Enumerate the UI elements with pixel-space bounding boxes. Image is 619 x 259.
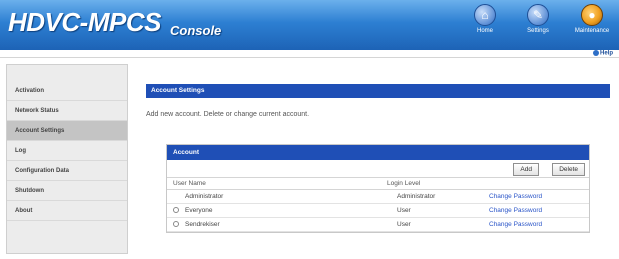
account-table: User Name Login Level Administrator Admi… (167, 177, 589, 232)
change-password-link[interactable]: Change Password (483, 203, 589, 218)
sidebar-item-configuration-data[interactable]: Configuration Data (7, 161, 127, 181)
table-row: Administrator Administrator Change Passw… (167, 189, 589, 204)
delete-button[interactable]: Delete (552, 163, 585, 176)
user-name-cell: Everyone (167, 203, 377, 218)
home-icon: ⌂ (474, 4, 496, 26)
sidebar-item-log[interactable]: Log (7, 141, 127, 161)
page-description: Add new account. Delete or change curren… (146, 111, 310, 118)
add-button[interactable]: Add (513, 163, 539, 176)
console-subtitle: Console (170, 23, 222, 38)
sidebar-item-shutdown[interactable]: Shutdown (7, 181, 127, 201)
column-header-login-level: Login Level (377, 177, 483, 190)
row-select-radio[interactable] (173, 221, 179, 228)
maintenance-button[interactable]: ● Maintenance (572, 4, 612, 34)
help-row: Help (0, 50, 619, 58)
button-row: Add Delete (167, 160, 589, 177)
sidebar-item-activation[interactable]: Activation (7, 81, 127, 101)
brand-logo: HDVC-MPCS (8, 7, 161, 37)
login-level-cell: Administrator (377, 189, 483, 204)
user-name: Everyone (185, 207, 213, 214)
login-level-cell: User (377, 217, 483, 232)
column-header-user-name: User Name (167, 177, 377, 190)
sidebar: Activation Network Status Account Settin… (6, 64, 128, 254)
settings-button[interactable]: ✎ Settings (518, 4, 558, 34)
account-panel: Account Add Delete User Name Login Level… (166, 144, 590, 233)
row-select-radio[interactable] (173, 207, 179, 214)
table-header-row: User Name Login Level (167, 177, 589, 190)
settings-label: Settings (527, 28, 549, 34)
user-name-cell: Sendrekiser (167, 217, 377, 232)
column-header-action (483, 177, 589, 190)
table-row: Sendrekiser User Change Password (167, 217, 589, 232)
table-row: Everyone User Change Password (167, 203, 589, 218)
maintenance-label: Maintenance (574, 28, 610, 34)
user-name: Sendrekiser (185, 221, 220, 228)
help-link[interactable]: Help (592, 50, 613, 57)
page-title: Account Settings (146, 84, 610, 98)
main-content: Account Settings Add new account. Delete… (146, 84, 610, 233)
app-header: HDVC-MPCS Console ⌂ Home ✎ Settings ● Ma… (0, 0, 619, 50)
user-name: Administrator (185, 193, 224, 200)
change-password-link[interactable]: Change Password (483, 189, 589, 204)
user-name-cell: Administrator (167, 189, 377, 204)
compass-icon: ✎ (527, 4, 549, 26)
sidebar-item-about[interactable]: About (7, 201, 127, 221)
help-icon (592, 50, 599, 56)
login-level-cell: User (377, 203, 483, 218)
sidebar-item-network-status[interactable]: Network Status (7, 101, 127, 121)
sidebar-item-account-settings[interactable]: Account Settings (7, 121, 127, 141)
help-label: Help (599, 50, 613, 57)
home-button[interactable]: ⌂ Home (465, 4, 505, 34)
row-radio-placeholder (173, 193, 179, 199)
change-password-link[interactable]: Change Password (483, 217, 589, 232)
account-panel-title: Account (167, 145, 589, 160)
gear-icon: ● (581, 4, 603, 26)
home-label: Home (476, 28, 493, 34)
